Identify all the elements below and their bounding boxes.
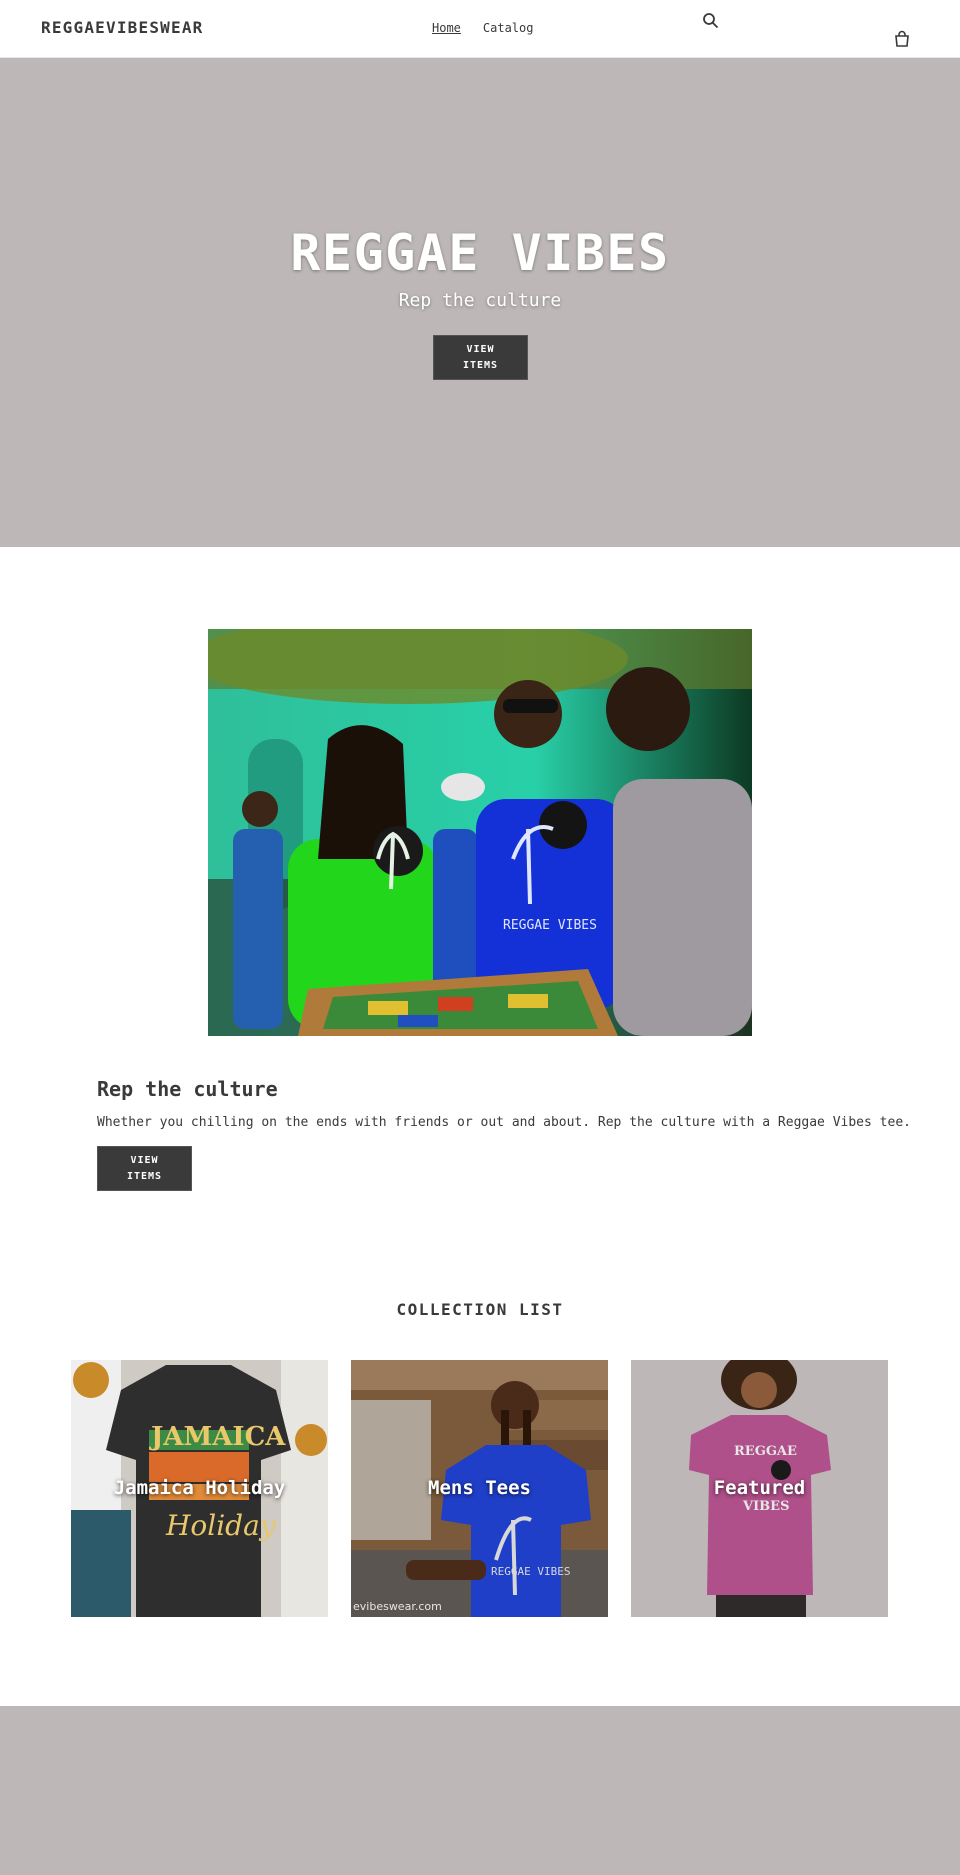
collection-label: Jamaica Holiday: [113, 1477, 286, 1499]
feature-view-items-button[interactable]: VIEW ITEMS: [97, 1146, 192, 1191]
hero-subtitle: Rep the culture: [398, 290, 562, 311]
button-label-line2: ITEMS: [126, 1171, 163, 1182]
collection-shirt-line1: REGGAE: [734, 1444, 797, 1459]
nav-catalog[interactable]: Catalog: [483, 21, 534, 35]
photo-shirt-text: REGGAE VIBES: [503, 918, 597, 933]
main-nav: Home Catalog: [432, 21, 533, 35]
collection-shirt-line1: JAMAICA: [149, 1422, 286, 1452]
hero-banner: REGGAE VIBES Rep the culture VIEW ITEMS: [0, 58, 960, 547]
button-label-line1: VIEW: [466, 344, 495, 355]
feature-photo-illustration: REGGAE VIBES: [208, 629, 752, 1036]
search-icon[interactable]: [702, 12, 720, 30]
nav-home[interactable]: Home: [432, 21, 461, 35]
collection-shirt-line2: VIBES: [742, 1499, 789, 1514]
footer-banner: [0, 1706, 960, 1875]
hero-title: REGGAE VIBES: [290, 224, 670, 282]
collection-jamaica-holiday[interactable]: JAMAICA Holiday Jamaica Holiday: [71, 1360, 328, 1617]
collection-watermark: evibeswear.com: [353, 1600, 442, 1613]
feature-title: Rep the culture: [97, 1077, 278, 1101]
collection-mens-tees[interactable]: REGGAE VIBES evibeswear.com Mens Tees: [351, 1360, 608, 1617]
hero-view-items-button[interactable]: VIEW ITEMS: [433, 335, 528, 380]
site-logo[interactable]: REGGAEVIBESWEAR: [41, 18, 204, 37]
feature-body: Whether you chilling on the ends with fr…: [97, 1115, 911, 1130]
collection-shirt-text: REGGAE VIBES: [491, 1565, 570, 1578]
collection-list-heading: COLLECTION LIST: [396, 1300, 564, 1319]
collection-shirt-line2: Holiday: [165, 1509, 277, 1542]
button-label-line2: ITEMS: [462, 360, 499, 371]
feature-photo: REGGAE VIBES: [208, 629, 752, 1036]
button-label-line1: VIEW: [130, 1155, 159, 1166]
collection-label: Mens Tees: [428, 1477, 531, 1499]
cart-icon[interactable]: [893, 30, 911, 48]
site-header: REGGAEVIBESWEAR Home Catalog: [0, 0, 960, 58]
collection-label: Featured: [713, 1477, 806, 1499]
collection-featured[interactable]: REGGAE VIBES Featured: [631, 1360, 888, 1617]
